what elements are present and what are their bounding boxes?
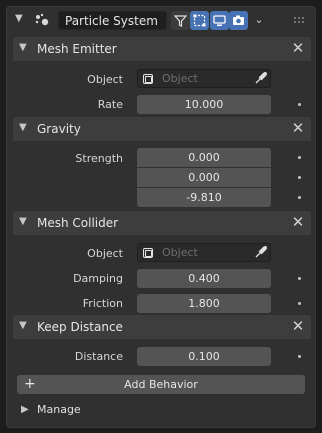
gravity-body: Strength 0.000 0.000 -9.810	[13, 141, 311, 213]
filter-icon[interactable]	[171, 11, 190, 30]
particle-system-panel: ▼ Particle System ⌄ ▼ Mesh Emitter ✕ Obj…	[6, 6, 316, 428]
viewport-icon[interactable]	[210, 11, 229, 30]
mesh-collider-body: Object Object Damping 0.400 Friction 1.8…	[13, 235, 311, 315]
render-icon[interactable]	[229, 11, 248, 30]
object-icon	[143, 248, 153, 258]
emitter-object-field[interactable]: Object	[137, 69, 271, 88]
damping-field[interactable]: 0.400	[137, 269, 271, 288]
add-behavior-label: Add Behavior	[124, 378, 198, 391]
keep-distance-body: Distance 0.100	[13, 339, 311, 371]
animate-property-dot[interactable]	[298, 277, 301, 280]
animate-property-dot[interactable]	[298, 156, 301, 159]
section-title: Mesh Collider	[37, 216, 119, 230]
animate-property-dot[interactable]	[298, 176, 301, 179]
gravity-y-field[interactable]: 0.000	[137, 168, 271, 187]
rate-label: Rate	[97, 98, 123, 111]
object-label: Object	[87, 247, 123, 260]
expand-chevron-icon[interactable]: ▼	[19, 320, 31, 331]
rate-field[interactable]: 10.000	[137, 95, 271, 114]
section-title: Mesh Emitter	[37, 42, 117, 56]
gravity-x-field[interactable]: 0.000	[137, 148, 271, 167]
distance-field[interactable]: 0.100	[137, 347, 271, 366]
expand-chevron-icon[interactable]: ▼	[19, 42, 31, 53]
distance-label: Distance	[74, 350, 123, 363]
eyedropper-icon[interactable]	[254, 246, 267, 259]
animate-property-dot[interactable]	[298, 103, 301, 106]
mesh-emitter-header[interactable]: ▼ Mesh Emitter ✕	[13, 37, 311, 61]
mesh-emitter-body: Object Object Rate 10.000	[13, 61, 311, 117]
mesh-collider-header[interactable]: ▼ Mesh Collider ✕	[13, 211, 311, 235]
manage-label: Manage	[37, 403, 81, 416]
close-icon[interactable]: ✕	[291, 214, 305, 230]
keep-distance-header[interactable]: ▼ Keep Distance ✕	[13, 315, 311, 339]
close-icon[interactable]: ✕	[291, 120, 305, 136]
close-icon[interactable]: ✕	[291, 318, 305, 334]
expand-chevron-icon[interactable]: ▼	[19, 216, 31, 227]
animate-property-dot[interactable]	[298, 196, 301, 199]
damping-label: Damping	[73, 272, 123, 285]
collapsed-chevron-icon[interactable]: ▶	[21, 404, 29, 415]
strength-label: Strength	[75, 152, 123, 165]
panel-header: ▼ Particle System ⌄	[7, 7, 315, 33]
add-behavior-button[interactable]: + Add Behavior	[17, 375, 305, 394]
friction-label: Friction	[82, 297, 123, 310]
object-placeholder: Object	[162, 72, 198, 85]
section-title: Gravity	[37, 122, 81, 136]
gravity-header[interactable]: ▼ Gravity ✕	[13, 117, 311, 141]
modifier-name-field[interactable]: Particle System	[58, 11, 167, 30]
section-title: Keep Distance	[37, 320, 123, 334]
expand-chevron-icon[interactable]: ▼	[19, 122, 31, 133]
collapse-chevron-icon[interactable]: ▼	[15, 13, 27, 25]
animate-property-dot[interactable]	[298, 355, 301, 358]
particle-system-icon	[35, 13, 49, 26]
gravity-z-field[interactable]: -9.810	[137, 188, 271, 207]
object-label: Object	[87, 73, 123, 86]
edit-mode-icon[interactable]	[190, 11, 209, 30]
animate-property-dot[interactable]	[298, 302, 301, 305]
drag-handle-icon[interactable]	[293, 16, 305, 26]
close-icon[interactable]: ✕	[291, 40, 305, 56]
collider-object-field[interactable]: Object	[137, 243, 271, 262]
object-icon	[143, 74, 153, 84]
dropdown-chevron-icon[interactable]: ⌄	[252, 13, 266, 27]
friction-field[interactable]: 1.800	[137, 294, 271, 313]
object-placeholder: Object	[162, 246, 198, 259]
eyedropper-icon[interactable]	[254, 72, 267, 85]
